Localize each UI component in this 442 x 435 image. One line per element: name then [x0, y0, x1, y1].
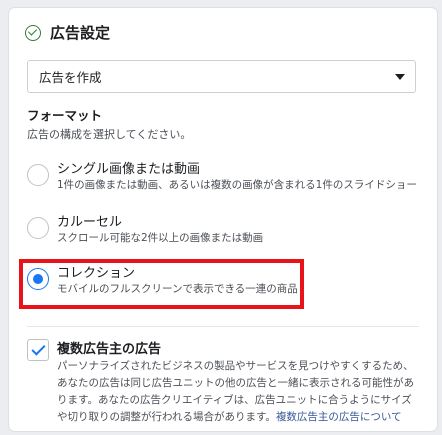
format-label: フォーマット	[27, 108, 103, 123]
multi-advertiser-description: パーソナライズされたビジネスの製品やサービスを見つけやすくするため、あなたの広告…	[57, 358, 417, 426]
section-title: 広告設定	[50, 24, 111, 42]
ad-creation-dropdown[interactable]: 広告を作成	[27, 60, 416, 93]
option-description: スクロール可能な2件以上の画像または動画	[57, 232, 264, 244]
radio-button[interactable]	[27, 164, 49, 186]
radio-button[interactable]	[27, 217, 49, 239]
ad-settings-panel: 広告設定 広告を作成 フォーマット 広告の構成を選択してください。 シングル画像…	[9, 8, 437, 431]
option-title: コレクション	[57, 266, 136, 281]
option-title: シングル画像または動画	[57, 162, 201, 177]
multi-advertiser-checkbox[interactable]	[27, 339, 49, 361]
section-header: 広告設定	[25, 22, 110, 43]
option-description: モバイルのフルスクリーンで表示できる一連の商品	[57, 283, 298, 295]
caret-down-icon	[395, 74, 405, 80]
multi-advertiser-title: 複数広告主の広告	[57, 342, 162, 357]
check-circle-icon	[25, 24, 41, 41]
option-title: カルーセル	[57, 215, 123, 230]
option-description: 1件の画像または動画、あるいは複数の画像が含まれる1件のスライドショー	[57, 179, 417, 191]
dropdown-value: 広告を作成	[39, 70, 102, 85]
multi-advertiser-link[interactable]: 複数広告主の広告について	[276, 411, 402, 423]
radio-button-selected[interactable]	[27, 268, 49, 290]
format-description: 広告の構成を選択してください。	[27, 128, 192, 141]
divider	[27, 326, 419, 327]
